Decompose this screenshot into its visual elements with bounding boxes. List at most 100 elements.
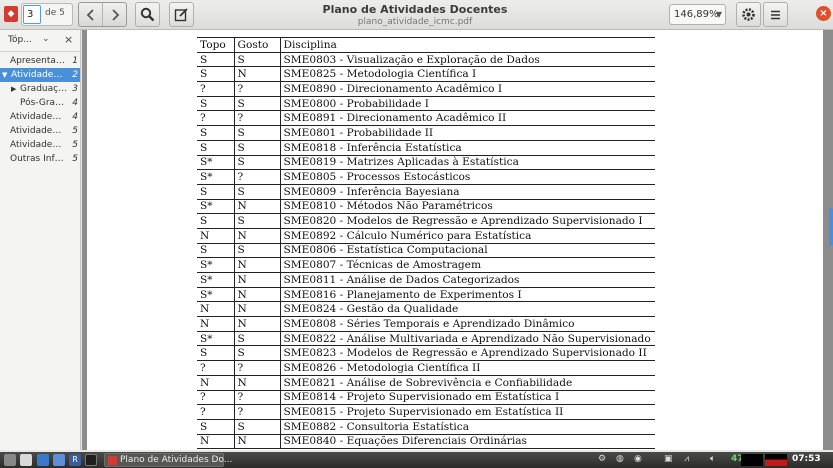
cell-disciplina: SME0805 - Processos Estocásticos (280, 169, 655, 185)
table-row: S*? SME0805 - Processos Estocásticos (197, 169, 655, 185)
terminal-icon[interactable] (85, 454, 97, 466)
chevron-down-icon[interactable]: ⌄ (42, 34, 50, 44)
cell-gosto: N (234, 316, 281, 332)
outline-item[interactable]: Atividades ... 4 (0, 110, 80, 124)
table-row: ?? SME0815 - Projeto Supervisionado em Es… (197, 404, 655, 420)
previous-page-button[interactable] (79, 3, 102, 26)
cell-topo: ? (197, 360, 235, 376)
cell-disciplina: SME0823 - Modelos de Regressão e Aprendi… (280, 345, 655, 362)
outline-item[interactable]: Pós-Grad... 4 (0, 96, 80, 110)
cell-gosto: S (234, 140, 281, 156)
table-row: ?? SME0890 - Direcionamento Acadêmico I (197, 81, 655, 97)
table-row: S* N SME0810 - Métodos Não Paramétricos (197, 199, 655, 215)
cell-disciplina: SME0809 - Inferência Bayesiana (280, 184, 655, 200)
taskbar-task-pdf-viewer[interactable]: Plano de Atividades Do... (104, 453, 232, 467)
table-row: ?? SME0891 - Direcionamento Acadêmico II (197, 110, 655, 127)
cell-topo: S (197, 419, 235, 435)
outline-item[interactable]: Apresentaç... 1 (0, 54, 80, 68)
next-page-button[interactable] (102, 3, 126, 26)
r-app-icon[interactable]: R (69, 454, 81, 466)
cell-gosto: N (234, 272, 281, 288)
table-row: S S SME0809 - Inferência Bayesiana (197, 184, 655, 200)
cell-gosto: ? (234, 360, 281, 376)
close-window-button[interactable]: × (816, 6, 831, 21)
annotate-button[interactable] (169, 2, 194, 27)
triangle-down-icon[interactable]: ▼ (2, 68, 7, 82)
menu-button[interactable] (763, 2, 788, 27)
cell-disciplina: SME0806 - Estatística Computacional (280, 243, 655, 259)
table-row: S S SME0806 - Estatística Computacional (197, 243, 655, 259)
update-icon[interactable]: ◍ (616, 454, 624, 464)
page-number-input[interactable]: 3 (23, 5, 41, 24)
document-title: Plano de Atividades Docentes (322, 3, 508, 16)
cpu-monitor (741, 454, 763, 466)
volume-icon[interactable]: 🔈︎ (710, 454, 715, 464)
cell-disciplina: SME0814 - Projeto Supervisionado em Esta… (280, 390, 655, 406)
wifi-icon[interactable]: ⩘ (684, 454, 689, 464)
table-row: S S SME0800 - Probabilidade I (197, 96, 655, 112)
vertical-scrollbar[interactable] (829, 208, 833, 246)
table-row: S S SME0882 - Consultoria Estatística (197, 419, 655, 435)
cell-topo: S (197, 52, 235, 68)
table-row: S S SME0820 - Modelos de Regressão e Apren… (197, 213, 655, 229)
table-row: N N SME0892 - Cálculo Numérico para Estatí… (197, 228, 655, 244)
pdf-icon (108, 456, 117, 465)
cell-gosto: ? (234, 110, 281, 127)
close-sidebar-icon[interactable]: × (64, 33, 73, 46)
cell-disciplina: SME0820 - Modelos de Regressão e Aprendi… (280, 213, 655, 229)
browser-icon[interactable] (53, 454, 65, 466)
triangle-right-icon[interactable]: ▶ (11, 82, 16, 96)
taskbar: R Plano de Atividades Do... ⚙ ◍ ◉ ▣ ⩘ 🔈︎… (0, 452, 833, 468)
zoom-value: 146,89% (674, 9, 719, 20)
cell-gosto: ? (234, 390, 281, 406)
sidebar-header: Tóp... ⌄ × (0, 30, 80, 52)
cell-gosto: S (234, 155, 281, 171)
outline-item[interactable]: Outras Infor... 5 (0, 152, 80, 166)
outline-item-selected[interactable]: ▼ Atividades ... 2 (0, 68, 80, 82)
cell-gosto: S (234, 243, 281, 259)
edit-icon (174, 8, 188, 22)
taskbar-task-label: Plano de Atividades Do... (120, 455, 233, 465)
cell-disciplina: SME0815 - Projeto Supervisionado em Esta… (280, 404, 655, 420)
cell-topo: S* (197, 257, 235, 273)
outline-item[interactable]: ▶ Graduação 3 (0, 82, 80, 96)
table-header-row: Topo Gosto Disciplina (197, 37, 655, 53)
table-row: N N SME0821 - Análise de Sobrevivência e C… (197, 375, 655, 391)
cell-topo: S (197, 66, 235, 83)
pdf-page: Topo Gosto Disciplina S S SME0803 - Visual… (87, 30, 823, 450)
network-icon[interactable]: ⚙ (598, 454, 606, 464)
search-button[interactable] (135, 2, 160, 27)
table-row: S S SME0801 - Probabilidade II (197, 125, 655, 141)
cell-disciplina: SME0891 - Direcionamento Acadêmico II (280, 110, 655, 127)
cell-gosto: S (234, 96, 281, 112)
sidebar-view-selector[interactable]: Tóp... (8, 35, 32, 45)
cell-disciplina: SME0826 - Metodologia Científica II (280, 360, 655, 376)
sync-icon[interactable]: ◉ (634, 454, 642, 464)
cell-gosto: S (234, 419, 281, 435)
cell-gosto: ? (234, 81, 281, 97)
cell-topo: S (197, 243, 235, 259)
cell-gosto: S (234, 184, 281, 200)
table-row: ?? SME0814 - Projeto Supervisionado em Es… (197, 390, 655, 406)
cell-gosto: ? (234, 169, 281, 185)
table-row: S N SME0825 - Metodologia Científica I (197, 66, 655, 83)
outline-item[interactable]: Atividades ... 5 (0, 138, 80, 152)
cell-disciplina: SME0811 - Análise de Dados Categorizados (280, 272, 655, 288)
show-desktop-icon[interactable] (4, 454, 16, 466)
file-manager-icon[interactable] (20, 454, 32, 466)
cell-disciplina: SME0807 - Técnicas de Amostragem (280, 257, 655, 273)
launcher-icon[interactable] (37, 454, 49, 466)
zoom-select[interactable]: 146,89% ▼ (669, 4, 726, 25)
settings-button[interactable] (736, 2, 761, 27)
document-view[interactable]: Topo Gosto Disciplina S S SME0803 - Visual… (82, 30, 833, 450)
device-icon[interactable]: ▣ (664, 454, 673, 464)
cell-disciplina: SME0892 - Cálculo Numérico para Estatíst… (280, 228, 655, 244)
chevron-left-icon (86, 8, 94, 21)
table-row: S S SME0818 - Inferência Estatística (197, 140, 655, 156)
cell-topo: S* (197, 169, 235, 185)
clock[interactable]: 07:53 (792, 454, 821, 464)
page-navigation (78, 2, 127, 27)
cell-topo: S (197, 184, 235, 200)
outline-item[interactable]: Atividades ... 5 (0, 124, 80, 138)
page-selector[interactable]: 3 de 5 (21, 3, 73, 26)
